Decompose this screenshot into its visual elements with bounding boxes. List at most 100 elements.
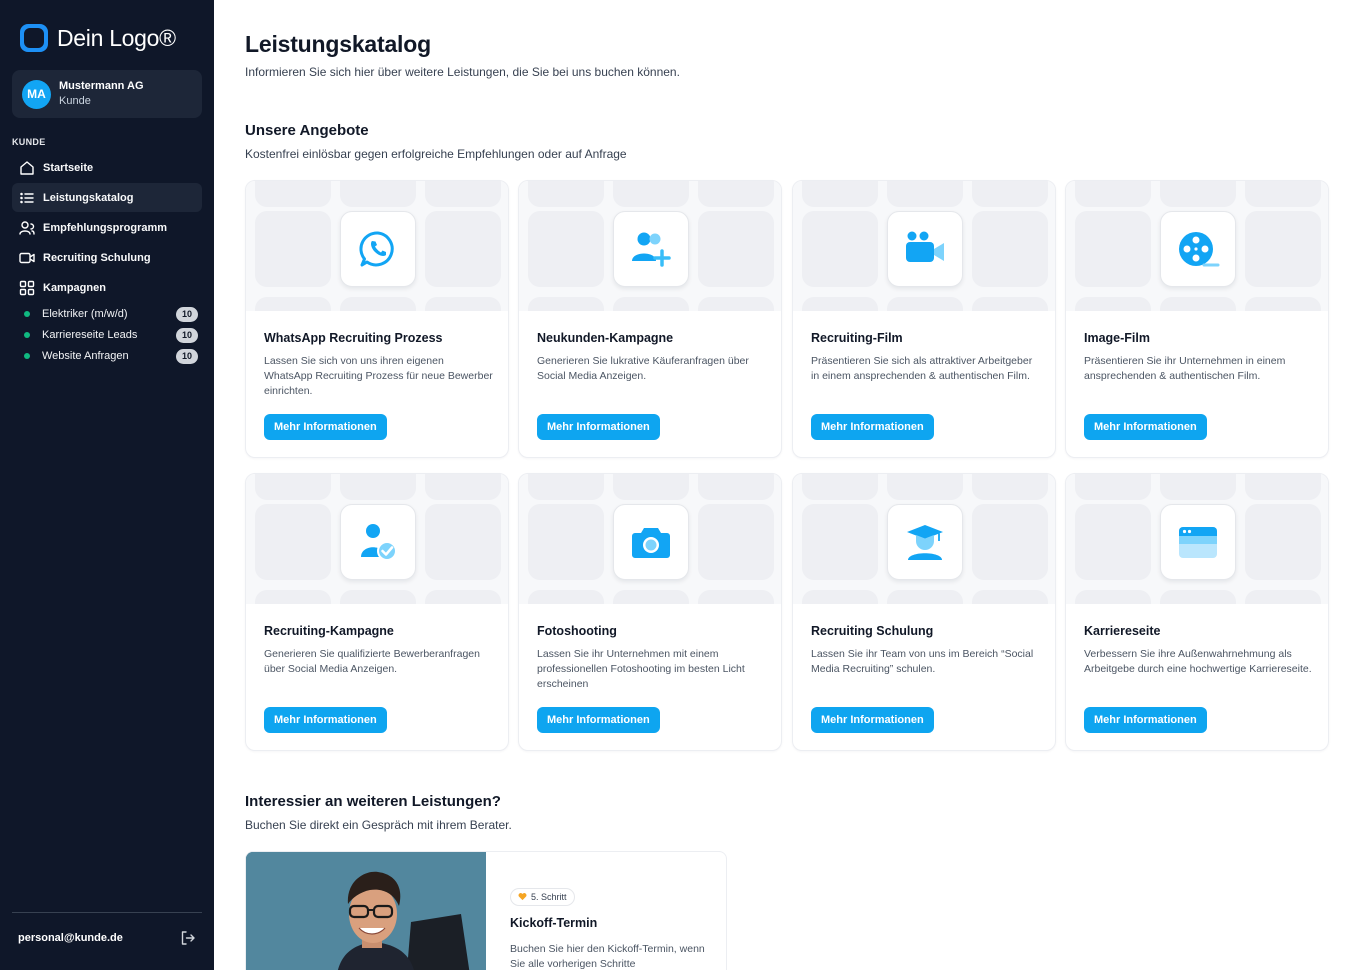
card-description: Lassen Sie sich von uns ihren eigenen Wh… bbox=[264, 355, 493, 397]
card-description: Lassen Sie ihr Unternehmen mit einem pro… bbox=[537, 648, 745, 690]
card-title: Karriereseite bbox=[1084, 624, 1161, 638]
card-title: Image-Film bbox=[1084, 331, 1150, 345]
heart-icon bbox=[518, 892, 527, 903]
campaign-item[interactable]: Elektriker (m/w/d) 10 bbox=[24, 305, 198, 323]
promo-title: Kickoff-Termin bbox=[510, 916, 598, 930]
campaign-label: Elektriker (m/w/d) bbox=[42, 308, 128, 320]
card-description: Generieren Sie lukrative Käuferanfragen … bbox=[537, 355, 749, 382]
users-icon bbox=[19, 220, 35, 236]
page-title: Leistungskatalog bbox=[245, 31, 431, 57]
logout-icon[interactable] bbox=[180, 930, 196, 946]
card-description: Verbessern Sie ihre Außenwahrnehmung als… bbox=[1084, 648, 1312, 675]
card-hero bbox=[793, 181, 1055, 311]
logo-text: Dein Logo® bbox=[57, 24, 176, 51]
more-info-button[interactable]: Mehr Informationen bbox=[264, 414, 387, 440]
camera-icon bbox=[613, 504, 689, 580]
card-title: Recruiting Schulung bbox=[811, 624, 934, 638]
count-badge: 10 bbox=[176, 348, 198, 364]
grid-icon bbox=[19, 280, 35, 296]
card-hero bbox=[519, 181, 781, 311]
campaign-label: Website Anfragen bbox=[42, 350, 129, 362]
offer-card: Recruiting-Film Präsentieren Sie sich al… bbox=[792, 180, 1056, 458]
more-info-button[interactable]: Mehr Informationen bbox=[811, 414, 934, 440]
status-dot bbox=[24, 311, 30, 317]
campaign-label: Karriereseite Leads bbox=[42, 329, 138, 341]
sidebar-item-label: Leistungskatalog bbox=[43, 191, 134, 204]
card-hero bbox=[1066, 181, 1328, 311]
sidebar-item-empfehlungsprogramm[interactable]: Empfehlungsprogramm bbox=[12, 213, 202, 242]
account-role: Kunde bbox=[59, 95, 91, 107]
home-icon bbox=[19, 160, 35, 176]
offer-card: WhatsApp Recruiting Prozess Lassen Sie s… bbox=[245, 180, 509, 458]
step-badge: 5. Schritt bbox=[510, 888, 575, 906]
page-subtitle: Informieren Sie sich hier über weitere L… bbox=[245, 65, 680, 79]
graduate-icon bbox=[887, 504, 963, 580]
film-reel-icon bbox=[1160, 211, 1236, 287]
card-description: Generieren Sie qualifizierte Bewerberanf… bbox=[264, 648, 480, 675]
kickoff-card[interactable]: 5. Schritt Kickoff-Termin Buchen Sie hie… bbox=[245, 851, 727, 970]
campaign-item[interactable]: Website Anfragen 10 bbox=[24, 347, 198, 365]
card-hero bbox=[246, 181, 508, 311]
card-title: Recruiting-Film bbox=[811, 331, 903, 345]
more-info-button[interactable]: Mehr Informationen bbox=[537, 414, 660, 440]
step-badge-label: 5. Schritt bbox=[531, 892, 567, 902]
more-info-button[interactable]: Mehr Informationen bbox=[264, 707, 387, 733]
main-content: Leistungskatalog Informieren Sie sich hi… bbox=[214, 0, 1360, 970]
card-title: Neukunden-Kampagne bbox=[537, 331, 674, 345]
card-hero bbox=[1066, 474, 1328, 604]
sidebar-item-label: Startseite bbox=[43, 161, 94, 174]
more-info-button[interactable]: Mehr Informationen bbox=[537, 707, 660, 733]
whatsapp-icon bbox=[340, 211, 416, 287]
promo-description: Buchen Sie hier den Kickoff-Termin, wenn… bbox=[510, 943, 705, 970]
card-description: Präsentieren Sie sich als attraktiver Ar… bbox=[811, 355, 1033, 382]
sidebar: Dein Logo® MA Mustermann AG Kunde KUNDE … bbox=[0, 0, 214, 970]
user-add-icon bbox=[613, 211, 689, 287]
sidebar-divider bbox=[12, 912, 202, 913]
sidebar-item-leistungskatalog[interactable]: Leistungskatalog bbox=[12, 183, 202, 212]
sidebar-item-label: Empfehlungsprogramm bbox=[43, 221, 168, 234]
section-title-more: Interessier an weiteren Leistungen? bbox=[245, 793, 501, 810]
more-info-button[interactable]: Mehr Informationen bbox=[811, 707, 934, 733]
campaign-item[interactable]: Karriereseite Leads 10 bbox=[24, 326, 198, 344]
sidebar-item-startseite[interactable]: Startseite bbox=[12, 153, 202, 182]
offer-card: Image-Film Präsentieren Sie ihr Unterneh… bbox=[1065, 180, 1329, 458]
card-description: Präsentieren Sie ihr Unternehmen in eine… bbox=[1084, 355, 1286, 382]
count-badge: 10 bbox=[176, 306, 198, 322]
section-subtitle-more: Buchen Sie direkt ein Gespräch mit ihrem… bbox=[245, 818, 512, 832]
account-switcher[interactable]: MA Mustermann AG Kunde bbox=[12, 70, 202, 118]
list-icon bbox=[19, 190, 35, 206]
card-title: WhatsApp Recruiting Prozess bbox=[264, 331, 443, 345]
browser-window-icon bbox=[1160, 504, 1236, 580]
status-dot bbox=[24, 332, 30, 338]
status-dot bbox=[24, 353, 30, 359]
account-name: Mustermann AG bbox=[59, 80, 144, 92]
count-badge: 10 bbox=[176, 327, 198, 343]
more-info-button[interactable]: Mehr Informationen bbox=[1084, 414, 1207, 440]
sidebar-item-kampagnen[interactable]: Kampagnen bbox=[12, 273, 202, 302]
offer-card: Fotoshooting Lassen Sie ihr Unternehmen … bbox=[518, 473, 782, 751]
card-title: Fotoshooting bbox=[537, 624, 617, 638]
offer-card: Neukunden-Kampagne Generieren Sie lukrat… bbox=[518, 180, 782, 458]
avatar: MA bbox=[22, 79, 51, 109]
logo[interactable]: Dein Logo® bbox=[20, 24, 176, 52]
sidebar-item-label: Kampagnen bbox=[43, 281, 106, 294]
nav-section-label: KUNDE bbox=[12, 137, 46, 147]
card-title: Recruiting-Kampagne bbox=[264, 624, 394, 638]
card-hero bbox=[793, 474, 1055, 604]
sidebar-item-label: Recruiting Schulung bbox=[43, 251, 151, 264]
user-email: personal@kunde.de bbox=[18, 932, 123, 944]
section-title-offers: Unsere Angebote bbox=[245, 122, 369, 139]
offer-card: Karriereseite Verbessern Sie ihre Außenw… bbox=[1065, 473, 1329, 751]
video-camera-icon bbox=[887, 211, 963, 287]
section-subtitle-offers: Kostenfrei einlösbar gegen erfolgreiche … bbox=[245, 147, 627, 161]
offer-card: Recruiting Schulung Lassen Sie ihr Team … bbox=[792, 473, 1056, 751]
video-icon bbox=[19, 250, 35, 266]
advisor-photo bbox=[246, 852, 486, 970]
offer-card: Recruiting-Kampagne Generieren Sie quali… bbox=[245, 473, 509, 751]
card-hero bbox=[246, 474, 508, 604]
card-hero bbox=[519, 474, 781, 604]
sidebar-item-recruiting-schulung[interactable]: Recruiting Schulung bbox=[12, 243, 202, 272]
user-check-icon bbox=[340, 504, 416, 580]
more-info-button[interactable]: Mehr Informationen bbox=[1084, 707, 1207, 733]
logo-mark-icon bbox=[20, 24, 48, 52]
